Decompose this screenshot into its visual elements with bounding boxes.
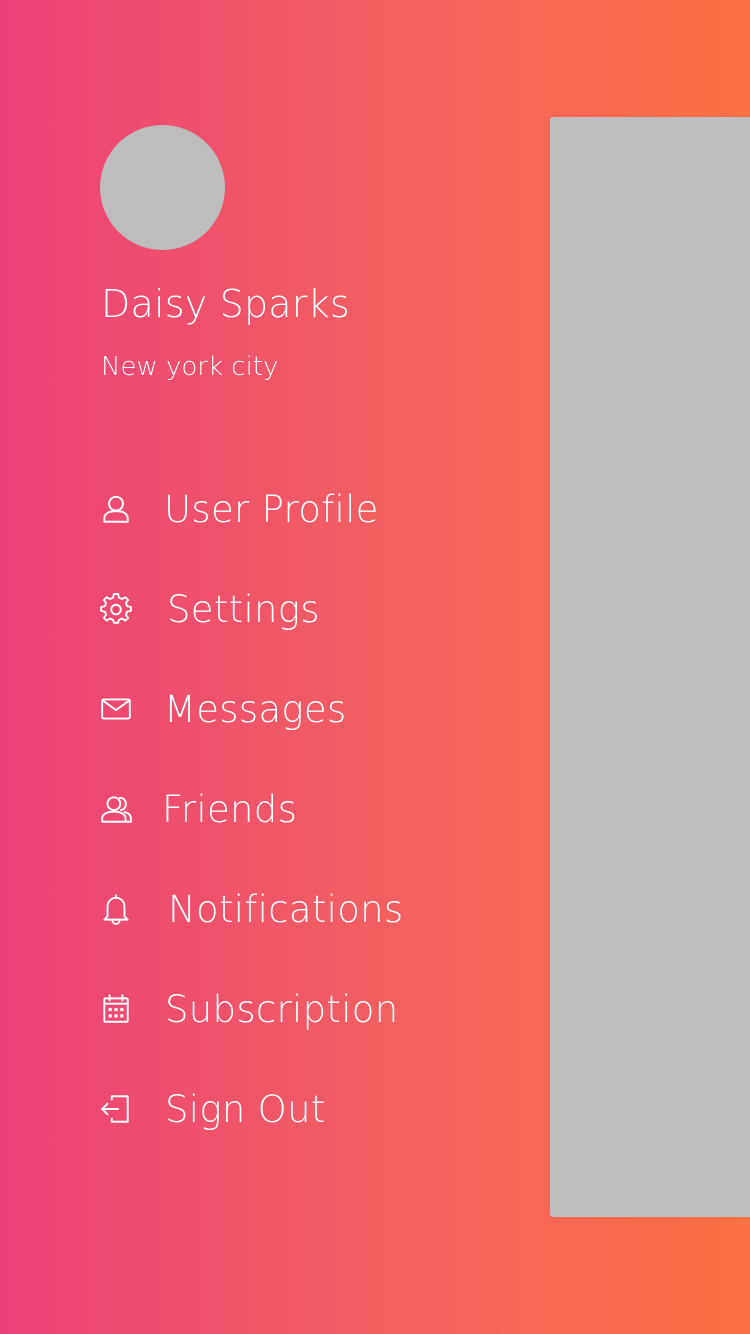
menu-item-label: Sign Out [165,1087,326,1131]
gear-icon [96,589,136,629]
user-name: Daisy Sparks [101,282,350,326]
avatar[interactable] [100,125,225,250]
menu-item-settings[interactable]: Settings [96,581,456,637]
menu-item-user-profile[interactable]: User Profile [96,481,456,537]
main-content-panel[interactable] [550,117,750,1217]
mail-icon [96,689,136,729]
menu-item-subscription[interactable]: Subscription [96,981,456,1037]
menu-item-label: Messages [164,687,347,731]
menu-item-friends[interactable]: Friends [96,781,456,837]
menu-item-messages[interactable]: Messages [96,681,456,737]
user-location: New york city [101,352,279,382]
menu-item-label: Friends [162,787,298,831]
menu-item-notifications[interactable]: Notifications [96,881,456,937]
menu-item-label: Settings [167,587,320,631]
friends-icon [96,789,136,829]
menu-item-label: User Profile [164,487,379,531]
calendar-icon [96,989,136,1029]
menu-item-sign-out[interactable]: Sign Out [96,1081,456,1137]
sign-out-icon [96,1089,136,1129]
menu-item-label: Subscription [165,987,399,1031]
menu-item-label: Notifications [168,887,404,931]
side-menu-screen: Daisy Sparks New york city User Profile … [0,0,750,1334]
user-icon [96,489,136,529]
bell-icon [96,889,136,929]
